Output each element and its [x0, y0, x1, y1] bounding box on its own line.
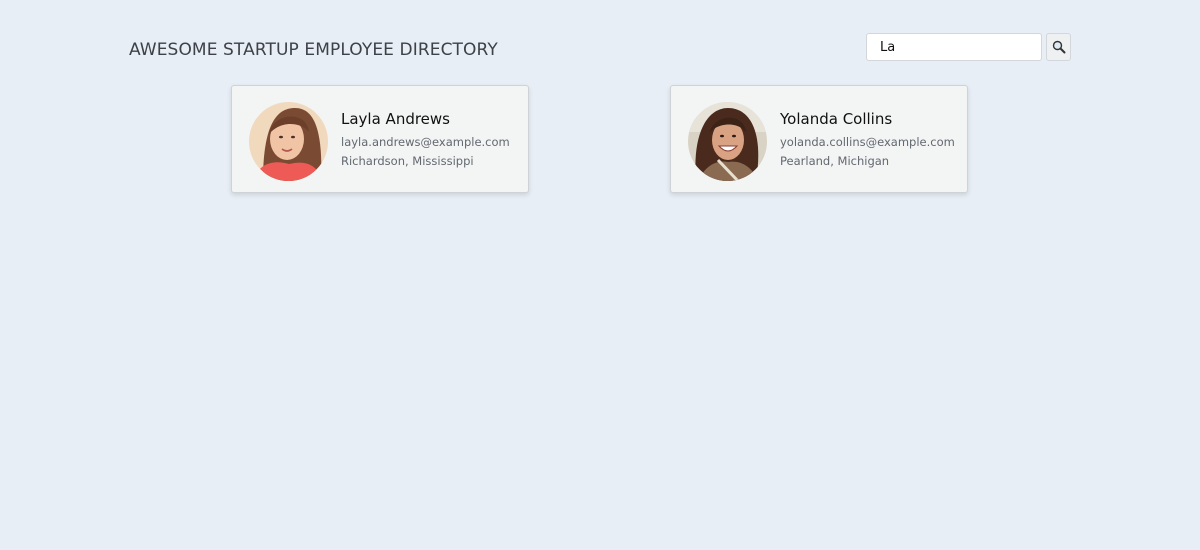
search-icon — [1052, 40, 1065, 54]
search-input[interactable] — [866, 33, 1042, 61]
employee-location: Pearland, Michigan — [780, 154, 890, 168]
employee-name: Yolanda Collins — [780, 110, 893, 128]
search-button[interactable] — [1046, 33, 1071, 61]
employee-email: layla.andrews@example.com — [341, 135, 510, 149]
search-form — [866, 33, 1071, 61]
avatar — [249, 102, 328, 181]
employee-card[interactable]: Layla Andrews layla.andrews@example.com … — [231, 85, 529, 193]
employee-card[interactable]: Yolanda Collins yolanda.collins@example.… — [670, 85, 968, 193]
employee-email: yolanda.collins@example.com — [780, 135, 955, 149]
page-title: AWESOME STARTUP EMPLOYEE DIRECTORY — [129, 40, 498, 60]
avatar — [688, 102, 767, 181]
employee-name: Layla Andrews — [341, 110, 450, 128]
employee-location: Richardson, Mississippi — [341, 154, 474, 168]
